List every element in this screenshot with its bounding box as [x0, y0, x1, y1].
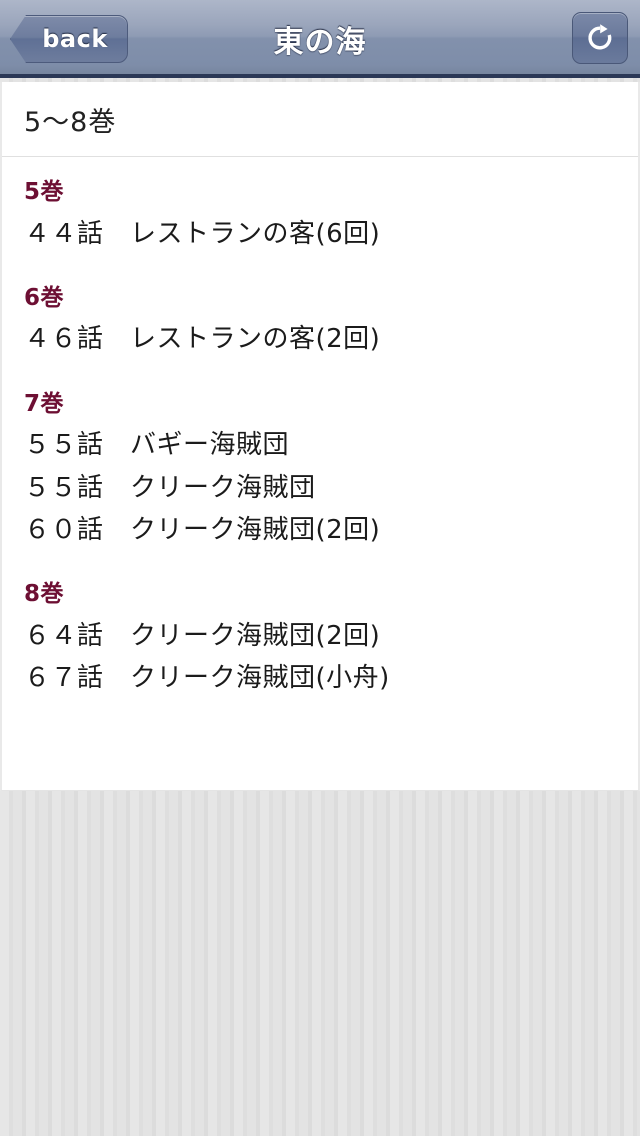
volume-heading: 5巻 [24, 179, 65, 205]
volume-block: 8巻 ６４話 クリーク海賊団(2回) ６７話 クリーク海賊団(小舟) [24, 577, 638, 699]
volume-block: 5巻 ４４話 レストランの客(6回) [24, 175, 638, 255]
app-screen: back 東の海 5〜8巻 5巻 ４４話 レストランの客(6回) 6巻 ４６話 … [0, 0, 640, 1136]
refresh-icon [585, 23, 615, 53]
volume-block: 6巻 ４６話 レストランの客(2回) [24, 281, 638, 361]
episode-line: ６０話 クリーク海賊団(2回) [24, 515, 381, 545]
volume-heading: 6巻 [24, 284, 65, 311]
volume-list: 5巻 ４４話 レストランの客(6回) 6巻 ４６話 レストランの客(2回) 7巻… [2, 157, 638, 700]
volume-range-label: 5〜8巻 [24, 106, 117, 138]
episode-line: ６７話 クリーク海賊団(小舟) [24, 663, 390, 694]
volume-range-row: 5〜8巻 [2, 82, 638, 156]
page-title-text: 東の海 [273, 25, 367, 60]
episode-line: ５５話 クリーク海賊団 [24, 472, 316, 503]
navigation-bar-inner: back 東の海 [0, 0, 640, 78]
episode-line: ６４話 クリーク海賊団(2回) [24, 620, 381, 651]
episode-line: ５５話 バギー海賊団 [24, 430, 290, 461]
refresh-button[interactable] [572, 12, 628, 64]
content-card: 5〜8巻 5巻 ４４話 レストランの客(6回) 6巻 ４６話 レストランの客(2… [0, 82, 640, 791]
episode-line: ４６話 レストランの客(2回) [24, 324, 381, 355]
volume-block: 7巻 ５５話 バギー海賊団 ５５話 クリーク海賊団 ６０話 クリーク海賊団(2回… [24, 387, 638, 552]
volume-heading: 7巻 [24, 390, 65, 417]
episode-line: ４４話 レストランの客(6回) [24, 218, 381, 249]
navigation-bar: back 東の海 [0, 0, 640, 78]
back-button[interactable]: back [10, 15, 128, 63]
volume-heading: 8巻 [24, 581, 65, 608]
back-button-label: back [42, 25, 108, 53]
page-title: 東の海 [140, 0, 500, 78]
